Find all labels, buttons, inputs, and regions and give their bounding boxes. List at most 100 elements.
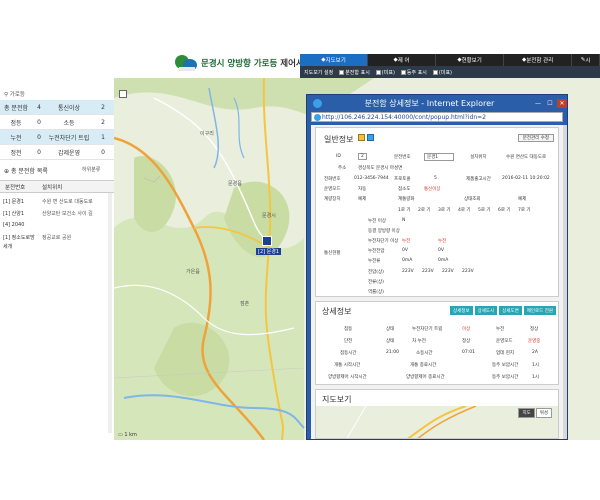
detail-value: 1시 bbox=[532, 375, 540, 380]
tab-detail-info[interactable]: 상세정보 bbox=[450, 306, 473, 315]
general-info-section: 일반정보 분전관리 수정 ID 2 분전번호 문경1 설치위치 수원 면산도 대… bbox=[315, 127, 559, 297]
map-settings-bar: 지도보기 설정 분전함 표시 (미표) 등주 표시 (미표) bbox=[300, 66, 600, 78]
info-label: 제품출고시간 bbox=[466, 177, 491, 182]
stat-label: 점등 bbox=[10, 119, 22, 127]
detail-value: 1시 bbox=[532, 363, 540, 368]
info-value: 223V bbox=[462, 269, 474, 274]
tab-main-load-power[interactable]: 메인로드 전원 bbox=[523, 306, 556, 315]
info-value: 0V bbox=[438, 248, 444, 253]
tab-detail-city[interactable]: 상세도시 bbox=[474, 306, 498, 315]
info-value: N bbox=[402, 218, 406, 223]
channel-label: 1로 기 bbox=[398, 208, 411, 213]
root: { "header": { "logo_text_green": "문경시 양방… bbox=[0, 0, 600, 500]
toggle-pole-display[interactable]: 등주 표시 bbox=[400, 69, 427, 76]
nav-panel-management[interactable]: ◆ 분전함 관리 bbox=[504, 54, 573, 66]
list-scrollbar[interactable] bbox=[108, 193, 112, 433]
address-bar[interactable]: http://106.246.224.154:40000/cont/popup.… bbox=[311, 112, 563, 122]
info-label: ID bbox=[336, 154, 341, 159]
info-label: 프로토콜 bbox=[394, 177, 411, 182]
popup-titlebar[interactable]: 분전함 상세정보 - Internet Explorer — ☐ ✕ bbox=[307, 95, 569, 111]
tab-detail-drawing[interactable]: 상세도면 bbox=[499, 306, 522, 315]
toggle-panel-label[interactable]: (미표) bbox=[375, 69, 395, 76]
nav-map-view[interactable]: ◆ 지도보기 bbox=[300, 54, 369, 66]
stat-value: 0 bbox=[37, 148, 41, 156]
detail-label: 개통 시작시간 bbox=[334, 363, 361, 368]
checkbox-icon bbox=[432, 69, 438, 75]
column-header: 분전번호 bbox=[5, 184, 26, 191]
nav-more[interactable]: ✎ 시 bbox=[572, 54, 600, 66]
info-label: 점소도 bbox=[398, 187, 411, 192]
maximize-button[interactable]: ☐ bbox=[545, 99, 555, 108]
stat-label: 통신이상 bbox=[57, 104, 81, 112]
info-label: 설치위치 bbox=[470, 155, 487, 160]
stat-value: 4 bbox=[37, 103, 41, 111]
edit-panel-button[interactable]: 분전관리 수정 bbox=[517, 134, 554, 142]
logo-icon bbox=[175, 53, 197, 73]
detail-label: 운영모드 bbox=[496, 339, 513, 344]
channel-label: 4로 기 bbox=[458, 208, 471, 213]
toggle-pole-label[interactable]: (미표) bbox=[432, 69, 452, 76]
info-value: 수원 면산도 대동도로 bbox=[506, 155, 547, 160]
popup-body: 일반정보 분전관리 수정 ID 2 분전번호 문경1 설치위치 수원 면산도 대… bbox=[311, 125, 565, 439]
status-row: 총 분전함 4 통신이상 2 bbox=[0, 100, 114, 115]
panel-marker-icon[interactable] bbox=[262, 236, 272, 246]
detail-info-section: 상세정보 상세정보 상세도시 상세도면 메인로드 전원 점등 상태 누전차단기 … bbox=[315, 301, 559, 385]
channel-label: 3로 기 bbox=[438, 208, 451, 213]
popup-scrollbar[interactable] bbox=[563, 125, 567, 439]
id-select[interactable]: 2 bbox=[358, 153, 367, 160]
panel-marker-label[interactable]: [2] 문경1 bbox=[256, 248, 282, 255]
status-summary: 총 분전함 4 통신이상 2 점등 0 소등 2 누전 0 누전차단기 트립 1… bbox=[0, 100, 114, 160]
detail-label: 차 누전 bbox=[412, 339, 426, 344]
list-item[interactable]: [1] 산양1 산양교탄 보건소 사이 길 bbox=[0, 208, 114, 218]
status-row: 정전 0 갑제운영 0 bbox=[0, 145, 114, 160]
list-item[interactable]: [4] 2040 bbox=[0, 220, 114, 230]
detail-label: 점등시간 bbox=[340, 351, 357, 356]
info-value: 223V bbox=[442, 269, 454, 274]
detail-popup-window: 분전함 상세정보 - Internet Explorer — ☐ ✕ http:… bbox=[306, 94, 568, 440]
detail-value: 운영중 bbox=[528, 339, 541, 344]
section-tools bbox=[358, 134, 374, 141]
close-button[interactable]: ✕ bbox=[557, 98, 567, 108]
nav-status[interactable]: ◆ 현황보기 bbox=[436, 54, 505, 66]
map-view-section: 지도보기 지도 위성 bbox=[315, 389, 559, 439]
list-item[interactable]: 세개 bbox=[0, 241, 114, 251]
section-title: 일반정보 bbox=[324, 135, 354, 144]
popup-title: 분전함 상세정보 - Internet Explorer bbox=[364, 98, 495, 108]
toggle-panel-display[interactable]: 분전함 표시 bbox=[339, 69, 370, 76]
channel-label: 6로 기 bbox=[498, 208, 511, 213]
map-zoom-control[interactable] bbox=[119, 90, 127, 98]
map-type-map-button[interactable]: 지도 bbox=[518, 408, 535, 418]
list-item[interactable]: [1] 문경1 수원 면 산도로 대동도로 bbox=[0, 196, 114, 206]
nav-control[interactable]: ◆ 제 어 bbox=[368, 54, 437, 66]
minimize-button[interactable]: — bbox=[533, 99, 543, 108]
detail-value: 상태 bbox=[386, 327, 395, 332]
panel-list-title: ⊕ 총 분전함 목록 bbox=[4, 168, 48, 175]
info-value: 2016-02-11 10:20:02 bbox=[502, 176, 550, 181]
map-place-label: 이구리 bbox=[200, 131, 214, 137]
detail-value: 정상 bbox=[530, 327, 539, 332]
mail-icon[interactable] bbox=[367, 134, 374, 141]
detail-label: 등주 보압시간 bbox=[492, 363, 519, 368]
detail-label: 누전 bbox=[496, 327, 505, 332]
info-label: 동결 양방향 이상 bbox=[368, 229, 400, 234]
status-value: 누전 bbox=[438, 239, 447, 244]
info-label: 주소 bbox=[338, 166, 347, 171]
stat-label: 누전 bbox=[10, 134, 22, 142]
info-value: 예제 bbox=[518, 197, 527, 202]
info-label: 계량장치 bbox=[324, 197, 341, 202]
panel-number-select[interactable]: 문경1 bbox=[424, 153, 454, 161]
info-label: 누전류 bbox=[368, 259, 381, 264]
search-input[interactable]: 가로등 bbox=[10, 92, 25, 98]
top-navigation: ◆ 지도보기 ◆ 제 어 ◆ 현황보기 ◆ 분전함 관리 ✎ 시 bbox=[300, 54, 600, 66]
map-type-satellite-button[interactable]: 위성 bbox=[535, 408, 552, 418]
search-box[interactable]: ⚲ 가로등 bbox=[4, 90, 108, 98]
list-subcategory-link[interactable]: 하위분류 bbox=[82, 166, 100, 173]
detail-tabs: 상세정보 상세도시 상세도면 메인로드 전원 bbox=[450, 306, 556, 315]
channel-label: 7로 기 bbox=[518, 208, 531, 213]
nav-status-label: 현황보기 bbox=[461, 58, 482, 64]
section-title: 상세정보 bbox=[322, 307, 352, 316]
stat-value: 2 bbox=[101, 103, 105, 111]
stat-value: 0 bbox=[37, 118, 41, 126]
edit-icon[interactable] bbox=[358, 134, 365, 141]
info-label: 전류(상) bbox=[368, 280, 384, 285]
